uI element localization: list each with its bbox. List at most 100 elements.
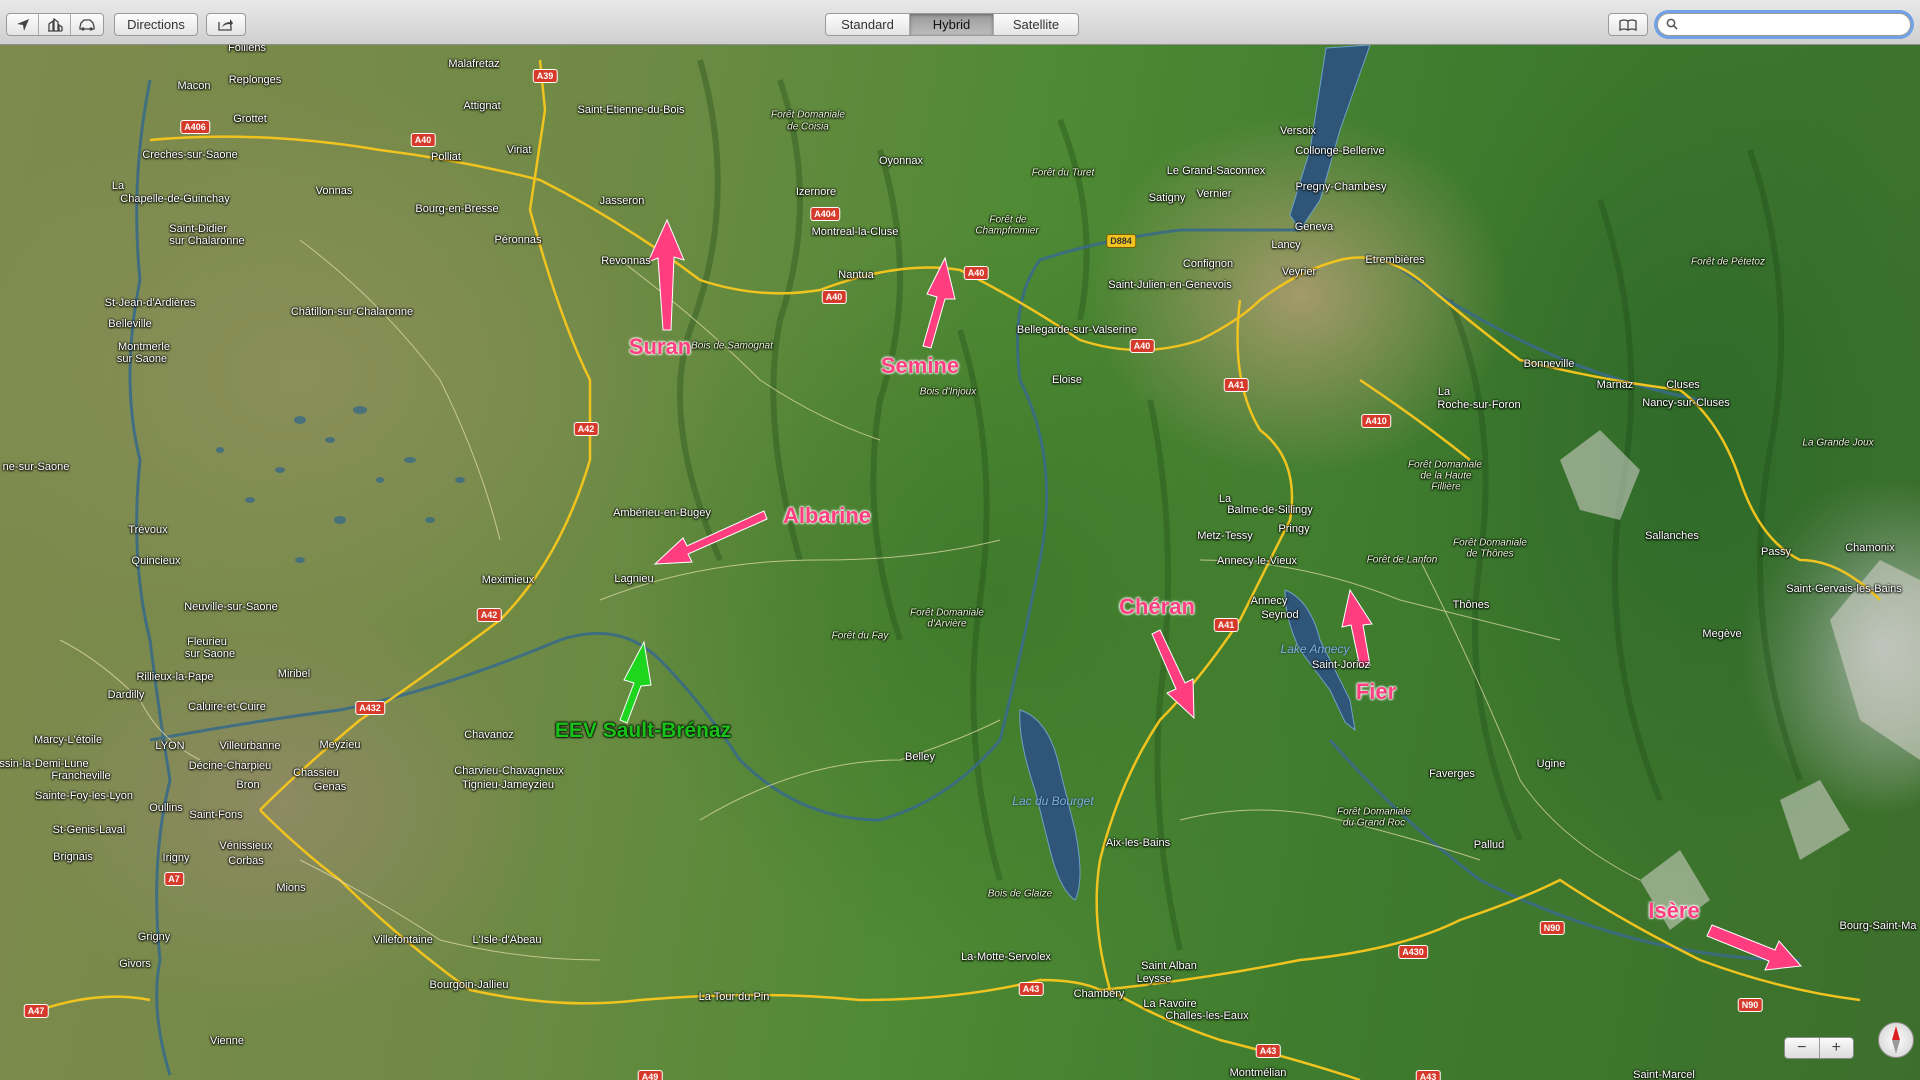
place-label: Jasseron — [599, 195, 645, 207]
place-label: St-Jean-d'Ardières — [104, 297, 196, 309]
compass-icon — [1892, 1026, 1900, 1054]
place-label: Vienne — [209, 1035, 245, 1047]
car-icon — [79, 18, 95, 31]
place-label: Châtillon-sur-Chalaronne — [290, 306, 414, 318]
forest-label: Bois d'Injoux — [919, 386, 977, 398]
forest-label: La Grande Joux — [1802, 437, 1874, 449]
place-label: Chavanoz — [464, 729, 514, 741]
compass-button[interactable] — [1878, 1022, 1914, 1058]
road-shield: A43 — [1415, 1070, 1441, 1080]
road-shield: A40 — [963, 266, 989, 280]
road-shield: N90 — [1737, 998, 1763, 1012]
forest-label: Forêt de — [989, 214, 1027, 226]
forest-label: d'Arvière — [927, 618, 967, 630]
forest-label: Forêt Domaniale — [1453, 537, 1527, 549]
place-label: Saint-Fons — [189, 809, 243, 821]
river-annotation-label: Suran — [628, 334, 692, 359]
road-shield: A43 — [1018, 982, 1044, 996]
place-label: Ambérieu-en-Bugey — [613, 507, 711, 519]
forest-label: Bois de Samognat — [691, 340, 773, 352]
forest-label: Forêt Domaniale — [1408, 459, 1482, 471]
place-label: Roche-sur-Foron — [1437, 399, 1521, 411]
book-icon — [1619, 18, 1637, 31]
place-label: Dardilly — [107, 689, 145, 701]
arrow-semine-icon — [922, 256, 956, 349]
place-label: Saint-Marcel — [1633, 1069, 1695, 1080]
traffic-button[interactable] — [71, 14, 103, 35]
place-label: Saint Alban — [1141, 960, 1197, 972]
bookmarks-button[interactable] — [1609, 14, 1647, 35]
zoom-in-button[interactable]: + — [1820, 1038, 1854, 1058]
place-label: Marnaz — [1596, 379, 1634, 391]
place-label: Malafretaz — [448, 58, 500, 70]
directions-button[interactable]: Directions — [115, 14, 197, 35]
place-label: Brignais — [53, 851, 93, 863]
map-base-layer — [39, 45, 1920, 1080]
road-shield: A406 — [180, 120, 210, 134]
place-label: Bron — [236, 779, 260, 791]
place-label: Mions — [276, 882, 306, 894]
road-shield: A404 — [810, 207, 840, 221]
place-label: Caluire-et-Cuire — [188, 701, 266, 713]
river-annotation-label: Albarine — [782, 503, 872, 528]
place-label: Aix-les-Bains — [1105, 837, 1171, 849]
zoom-out-button[interactable]: − — [1785, 1038, 1820, 1058]
place-label: Décine-Charpieu — [188, 760, 272, 772]
place-label: Saint-Jorioz — [1311, 659, 1371, 671]
place-label: La — [1437, 386, 1451, 398]
place-label: Veyrier — [1281, 266, 1317, 278]
buildings-icon — [47, 17, 63, 32]
place-label: Bourg-en-Bresse — [415, 203, 499, 215]
lake-label: Lac du Bourget — [1012, 794, 1094, 808]
place-label: ssin-la-Demi-Lune — [0, 758, 89, 770]
place-label: Saint-Julien-en-Genevois — [1108, 279, 1232, 291]
place-label: Pringy — [1278, 523, 1310, 535]
search-input[interactable] — [1684, 16, 1899, 33]
lake-label: Lake Annecy — [1280, 642, 1350, 656]
place-label: Attignat — [463, 100, 501, 112]
3d-view-button[interactable] — [39, 14, 71, 35]
place-label: Oyonnax — [878, 155, 924, 167]
place-label: Francheville — [51, 770, 111, 782]
place-label: Charvieu-Chavagneux — [454, 765, 564, 777]
place-label: Bonneville — [1523, 358, 1575, 370]
arrow-isere-icon — [1706, 924, 1803, 971]
place-label: Annecy — [1250, 595, 1288, 607]
current-location-button[interactable] — [7, 14, 39, 35]
road-shield: A432 — [355, 701, 385, 715]
place-label: Pregny-Chambésy — [1295, 181, 1387, 193]
place-label: Montmerle — [118, 341, 170, 353]
map-mode-hybrid[interactable]: Hybrid — [910, 14, 994, 35]
forest-label: Forêt Domaniale — [1337, 806, 1411, 818]
map-canvas[interactable]: Foillens Macon Replonges Malafretaz Attignat… — [0, 45, 1920, 1080]
place-label: Creches-sur-Saone — [142, 149, 238, 161]
place-label: Megève — [1702, 628, 1742, 640]
place-label: Quincieux — [131, 555, 181, 567]
place-label: Saint-Didier — [169, 223, 227, 235]
place-label: Pallud — [1473, 839, 1505, 851]
map-mode-standard[interactable]: Standard — [826, 14, 910, 35]
river-annotation-label: Semine — [880, 353, 960, 378]
place-label: Chassieu — [293, 767, 339, 779]
place-label: sur Chalaronne — [169, 235, 245, 247]
share-button[interactable] — [207, 14, 245, 35]
place-label: La Ravoire — [1143, 998, 1197, 1010]
place-label: Lancy — [1271, 239, 1301, 251]
forest-label: Forêt du Turet — [1031, 167, 1095, 179]
road-shield: A43 — [1255, 1044, 1281, 1058]
road-shield: A47 — [23, 1004, 49, 1018]
zoom-control: − + — [1784, 1037, 1854, 1059]
arrow-suran-icon — [647, 218, 685, 331]
map-mode-satellite[interactable]: Satellite — [994, 14, 1078, 35]
place-label: LYON — [155, 740, 185, 752]
forest-label: Champfromier — [975, 225, 1039, 237]
place-label: Cluses — [1666, 379, 1700, 391]
road-shield: D884 — [1106, 234, 1136, 248]
place-label: Balme-de-Sillingy — [1227, 504, 1313, 516]
road-shield: A430 — [1398, 945, 1428, 959]
place-label: Bourg-Saint-Ma — [1839, 920, 1917, 932]
place-label: Challes-les-Eaux — [1165, 1010, 1249, 1022]
search-field[interactable] — [1657, 13, 1911, 36]
map-mode-selector: Standard Hybrid Satellite — [825, 13, 1079, 36]
place-label: L'Isle-d'Abeau — [472, 934, 542, 946]
